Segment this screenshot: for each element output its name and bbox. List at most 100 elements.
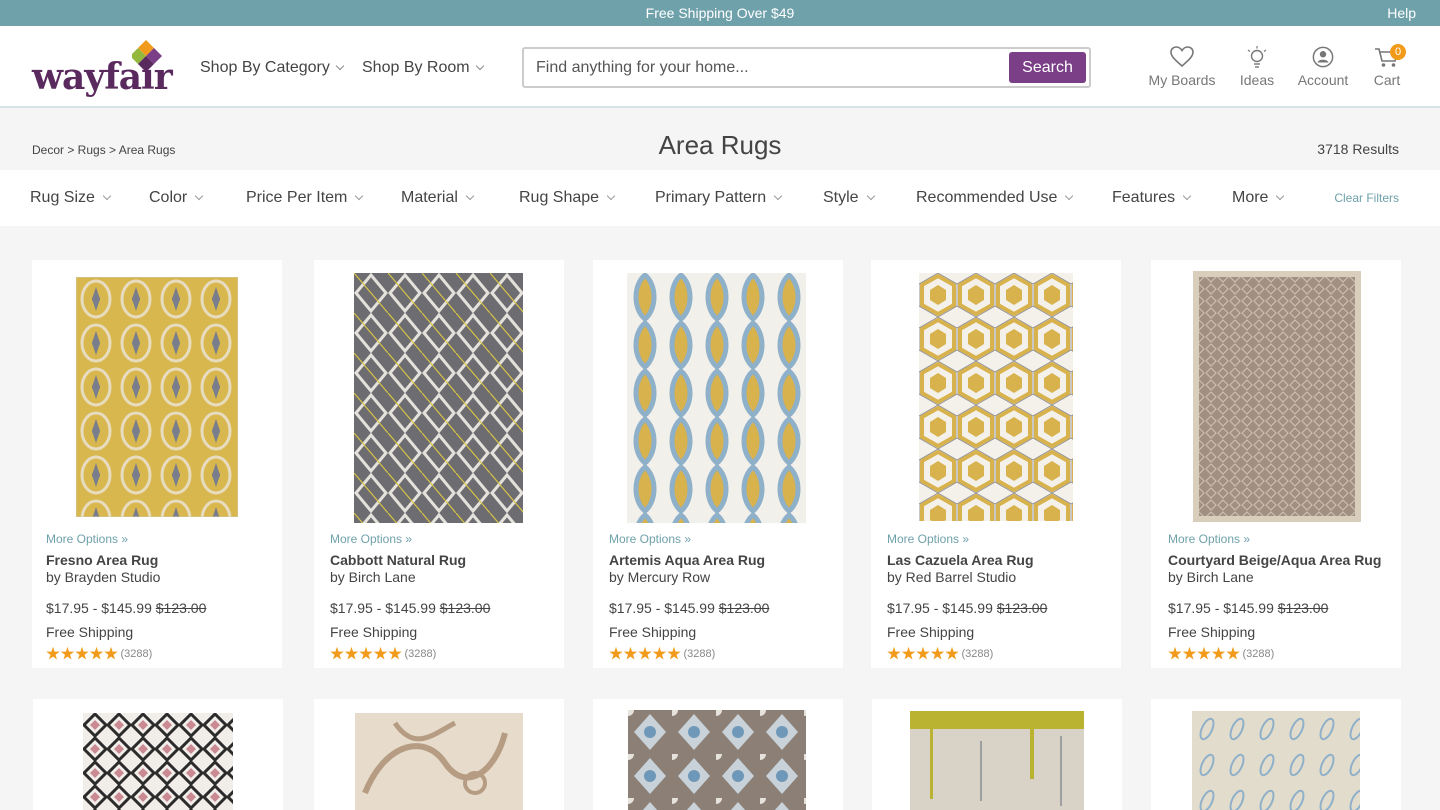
filter-label: Material bbox=[401, 189, 458, 206]
product-name[interactable]: Fresno Area Rug bbox=[46, 552, 276, 568]
star-icon bbox=[388, 646, 402, 660]
product-brand: by Birch Lane bbox=[1168, 569, 1254, 585]
product-name[interactable]: Cabbott Natural Rug bbox=[330, 552, 560, 568]
ideas-button[interactable]: Ideas bbox=[1238, 46, 1276, 88]
product-brand: by Birch Lane bbox=[330, 569, 416, 585]
nav-shop-by-category[interactable]: Shop By Category bbox=[200, 59, 345, 77]
star-icon bbox=[623, 646, 638, 660]
original-price: $123.00 bbox=[439, 600, 491, 616]
filter-label: Rug Size bbox=[30, 189, 95, 206]
product-image[interactable] bbox=[628, 710, 806, 810]
product-card[interactable]: More Options » Courtyard Beige/Aqua Area… bbox=[1151, 260, 1401, 668]
wayfair-logo[interactable]: wayfair bbox=[32, 40, 177, 98]
shipping-info: Free Shipping bbox=[887, 624, 975, 640]
product-name[interactable]: Artemis Aqua Area Rug bbox=[609, 552, 839, 568]
chevron-down-icon bbox=[606, 191, 616, 201]
shipping-info: Free Shipping bbox=[46, 624, 134, 640]
product-card[interactable] bbox=[872, 699, 1122, 810]
price-range: $17.95 - $145.99 bbox=[46, 600, 152, 616]
search-button[interactable]: Search bbox=[1009, 52, 1086, 83]
more-options-link[interactable]: More Options » bbox=[609, 532, 839, 546]
filter-material[interactable]: Material bbox=[401, 189, 475, 207]
original-price: $123.00 bbox=[718, 600, 770, 616]
review-count[interactable]: (3288) bbox=[1243, 648, 1275, 660]
price-range: $17.95 - $145.99 bbox=[887, 600, 993, 616]
product-image[interactable] bbox=[355, 713, 523, 810]
more-options-link[interactable]: More Options » bbox=[330, 532, 560, 546]
review-count[interactable]: (3288) bbox=[684, 648, 716, 660]
product-card[interactable]: More Options » Fresno Area Rug by Brayde… bbox=[32, 260, 282, 668]
product-info: More Options » Courtyard Beige/Aqua Area… bbox=[1168, 532, 1398, 661]
filter-primary-pattern[interactable]: Primary Pattern bbox=[655, 189, 783, 207]
page-title: Area Rugs bbox=[658, 130, 782, 160]
account-button[interactable]: Account bbox=[1296, 46, 1350, 88]
my-boards-button[interactable]: My Boards bbox=[1148, 46, 1216, 88]
search-input[interactable] bbox=[536, 57, 996, 79]
star-icon bbox=[1197, 646, 1211, 660]
star-icon bbox=[1226, 646, 1240, 660]
product-image[interactable] bbox=[910, 711, 1084, 810]
star-icon bbox=[344, 646, 359, 660]
star-icon bbox=[330, 646, 344, 660]
star-icon bbox=[359, 646, 373, 660]
ideas-label: Ideas bbox=[1239, 72, 1275, 88]
product-image[interactable] bbox=[83, 713, 233, 810]
product-card[interactable] bbox=[1151, 699, 1401, 810]
filter-price-per-item[interactable]: Price Per Item bbox=[246, 189, 364, 207]
filter-bar: Rug Size Color Price Per Item Material R… bbox=[0, 170, 1440, 226]
clear-filters-link[interactable]: Clear Filters bbox=[1334, 191, 1399, 205]
product-name[interactable]: Las Cazuela Area Rug bbox=[887, 552, 1117, 568]
more-options-link[interactable]: More Options » bbox=[46, 532, 276, 546]
promo-text[interactable]: Free Shipping Over $49 bbox=[0, 5, 1440, 21]
more-options-link[interactable]: More Options » bbox=[1168, 532, 1398, 546]
nav-shop-by-room[interactable]: Shop By Room bbox=[362, 59, 484, 77]
cart-button[interactable]: 0 Cart bbox=[1372, 44, 1406, 88]
product-info: More Options » Cabbott Natural Rug by Bi… bbox=[330, 532, 560, 661]
shipping-info: Free Shipping bbox=[609, 624, 697, 640]
star-icon bbox=[89, 646, 104, 660]
product-image[interactable] bbox=[354, 273, 523, 523]
product-name[interactable]: Courtyard Beige/Aqua Area Rug bbox=[1168, 552, 1398, 568]
filter-features[interactable]: Features bbox=[1112, 189, 1192, 207]
promo-bar: Free Shipping Over $49 Help bbox=[0, 0, 1440, 26]
product-card[interactable] bbox=[593, 699, 843, 810]
filter-label: Primary Pattern bbox=[655, 189, 767, 206]
filter-recommended-use[interactable]: Recommended Use bbox=[916, 189, 1074, 207]
product-image[interactable] bbox=[919, 273, 1073, 521]
star-icon bbox=[104, 646, 118, 660]
filter-label: Price Per Item bbox=[246, 189, 348, 206]
review-count[interactable]: (3288) bbox=[121, 648, 153, 660]
product-card[interactable]: More Options » Cabbott Natural Rug by Bi… bbox=[314, 260, 564, 668]
star-icon bbox=[60, 646, 75, 660]
review-count[interactable]: (3288) bbox=[962, 648, 994, 660]
product-image[interactable] bbox=[1192, 711, 1360, 810]
product-image[interactable] bbox=[1193, 271, 1361, 522]
filter-style[interactable]: Style bbox=[823, 189, 875, 207]
price-range: $17.95 - $145.99 bbox=[1168, 600, 1274, 616]
product-image[interactable] bbox=[627, 273, 806, 523]
product-image[interactable] bbox=[76, 277, 238, 517]
cart-count-badge: 0 bbox=[1390, 44, 1406, 60]
chevron-down-icon bbox=[866, 191, 875, 201]
star-icon bbox=[373, 646, 388, 660]
lightbulb-icon bbox=[1247, 46, 1267, 68]
review-count[interactable]: (3288) bbox=[405, 648, 437, 660]
product-card[interactable] bbox=[314, 699, 564, 810]
filter-label: Recommended Use bbox=[916, 189, 1058, 206]
star-icon bbox=[652, 646, 667, 660]
filter-rug-size[interactable]: Rug Size bbox=[30, 189, 112, 207]
more-options-link[interactable]: More Options » bbox=[887, 532, 1117, 546]
star-icon bbox=[667, 646, 681, 660]
price-range: $17.95 - $145.99 bbox=[330, 600, 436, 616]
filter-label: Features bbox=[1112, 189, 1176, 206]
product-card[interactable] bbox=[33, 699, 283, 810]
product-card[interactable]: More Options » Las Cazuela Area Rug by R… bbox=[871, 260, 1121, 668]
product-card[interactable]: More Options » Artemis Aqua Area Rug by … bbox=[593, 260, 843, 668]
chevron-down-icon bbox=[465, 191, 475, 201]
filter-rug-shape[interactable]: Rug Shape bbox=[519, 189, 616, 207]
heart-icon bbox=[1170, 46, 1194, 68]
filter-color[interactable]: Color bbox=[149, 189, 204, 207]
filter-more[interactable]: More bbox=[1232, 189, 1285, 207]
product-price: $17.95 - $145.99 $123.00 bbox=[330, 600, 560, 616]
help-link[interactable]: Help bbox=[1387, 5, 1416, 21]
